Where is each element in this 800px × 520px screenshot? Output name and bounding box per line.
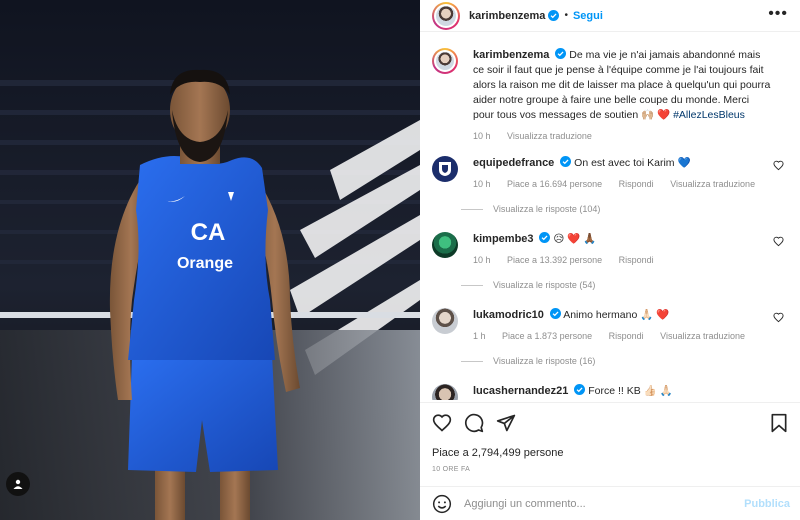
comment-text: Animo hermano 🙏🏻 ❤️ <box>563 309 670 321</box>
shirt-sponsor-name: Orange <box>177 255 233 272</box>
replies-divider <box>461 360 483 362</box>
comment-translate-link[interactable]: Visualizza traduzione <box>660 331 745 341</box>
replies-divider <box>461 208 483 210</box>
heart-icon[interactable] <box>773 236 784 247</box>
comment-item: kimpembe3 😥 ❤️ 🙏🏾 10 h Piace a 13.392 pe… <box>432 232 788 276</box>
verified-icon <box>574 384 586 395</box>
post-photo[interactable]: CA Orange <box>0 0 420 520</box>
comment-text: On est avec toi Karim 💙 <box>574 157 691 169</box>
view-replies-button[interactable]: Visualizza le risposte (16) <box>461 356 595 366</box>
comment-time[interactable]: 1 h <box>473 331 486 341</box>
caption-hashtag[interactable]: #AllezLesBleus <box>673 109 745 121</box>
verified-icon <box>555 48 567 59</box>
heart-icon[interactable] <box>432 413 452 433</box>
verified-icon <box>548 10 560 21</box>
add-comment-bar: Pubblica <box>420 486 800 520</box>
comment-time[interactable]: 10 h <box>473 255 491 265</box>
comment-avatar[interactable] <box>432 156 458 182</box>
caption-time[interactable]: 10 h <box>473 131 491 141</box>
comment-reply-button[interactable]: Rispondi <box>619 255 654 265</box>
comment-item: equipedefrance On est avec toi Karim 💙 1… <box>432 156 788 200</box>
comment-translate-link[interactable]: Visualizza traduzione <box>670 179 755 189</box>
tag-user-icon <box>13 479 23 489</box>
comment-input[interactable] <box>464 497 734 510</box>
view-replies-label[interactable]: Visualizza le risposte (104) <box>493 204 600 214</box>
comment-username[interactable]: lukamodric10 <box>473 309 544 321</box>
comment-text: 😥 ❤️ 🙏🏾 <box>553 233 597 245</box>
comment-likes[interactable]: Piace a 16.694 persone <box>507 179 602 189</box>
comment-meta: 10 h Piace a 13.392 persone Rispondi <box>473 253 773 268</box>
author-username[interactable]: karimbenzema <box>469 10 545 22</box>
heart-icon[interactable] <box>773 160 784 171</box>
post-header: karimbenzema • Segui ••• <box>420 0 800 32</box>
view-replies-label[interactable]: Visualizza le risposte (16) <box>493 356 595 366</box>
caption-avatar[interactable] <box>432 48 458 74</box>
comment-item: lucashernandez21 Force !! KB 👍🏻 🙏🏻 <box>432 384 788 400</box>
author-avatar[interactable] <box>432 1 460 30</box>
caption-translate-link[interactable]: Visualizza traduzione <box>507 131 592 141</box>
emoji-icon[interactable] <box>432 494 452 514</box>
comment-meta: 10 h Piace a 16.694 persone Rispondi Vis… <box>473 177 773 192</box>
tag-user-button[interactable] <box>6 472 30 496</box>
comment-reply-button[interactable]: Rispondi <box>609 331 644 341</box>
post-side-panel: karimbenzema • Segui ••• karimbenzema De… <box>420 0 800 520</box>
caption-username[interactable]: karimbenzema <box>473 49 549 61</box>
caption-meta: 10 h Visualizza traduzione <box>473 129 773 144</box>
comment-avatar[interactable] <box>432 232 458 258</box>
comment-avatar[interactable] <box>432 308 458 334</box>
follow-button[interactable]: Segui <box>573 10 603 22</box>
caption: karimbenzema De ma vie je n'ai jamais ab… <box>432 48 788 148</box>
comment-meta: 1 h Piace a 1.873 persone Rispondi Visua… <box>473 329 773 344</box>
like-count[interactable]: Piace a 2,794,499 persone <box>432 447 564 459</box>
view-replies-label[interactable]: Visualizza le risposte (54) <box>493 280 595 290</box>
comment-likes[interactable]: Piace a 1.873 persone <box>502 331 592 341</box>
comments-list[interactable]: karimbenzema De ma vie je n'ai jamais ab… <box>420 40 800 400</box>
comment-username[interactable]: equipedefrance <box>473 157 554 169</box>
bookmark-icon[interactable] <box>770 413 788 433</box>
comment-text: Force !! KB 👍🏻 🙏🏻 <box>588 385 673 397</box>
fff-crest-icon <box>439 162 451 176</box>
more-options-button[interactable]: ••• <box>768 6 788 22</box>
share-icon[interactable] <box>496 413 516 433</box>
post-timestamp[interactable]: 10 ORE FA <box>432 466 470 473</box>
separator-dot: • <box>564 10 568 21</box>
comment-likes[interactable]: Piace a 13.392 persone <box>507 255 602 265</box>
view-replies-button[interactable]: Visualizza le risposte (54) <box>461 280 595 290</box>
comment-username[interactable]: kimpembe3 <box>473 233 534 245</box>
publish-button[interactable]: Pubblica <box>744 498 790 510</box>
comment-icon[interactable] <box>464 413 484 433</box>
replies-divider <box>461 284 483 286</box>
verified-icon <box>549 308 561 319</box>
post-image: CA Orange <box>0 0 420 520</box>
verified-icon <box>539 232 551 243</box>
comment-reply-button[interactable]: Rispondi <box>619 179 654 189</box>
comment-avatar[interactable] <box>432 384 458 400</box>
verified-icon <box>560 156 572 167</box>
heart-icon[interactable] <box>773 312 784 323</box>
shirt-sponsor-logo: CA <box>191 219 226 246</box>
view-replies-button[interactable]: Visualizza le risposte (104) <box>461 204 600 214</box>
comment-item: lukamodric10 Animo hermano 🙏🏻 ❤️ 1 h Pia… <box>432 308 788 352</box>
comment-username[interactable]: lucashernandez21 <box>473 385 568 397</box>
comment-time[interactable]: 10 h <box>473 179 491 189</box>
